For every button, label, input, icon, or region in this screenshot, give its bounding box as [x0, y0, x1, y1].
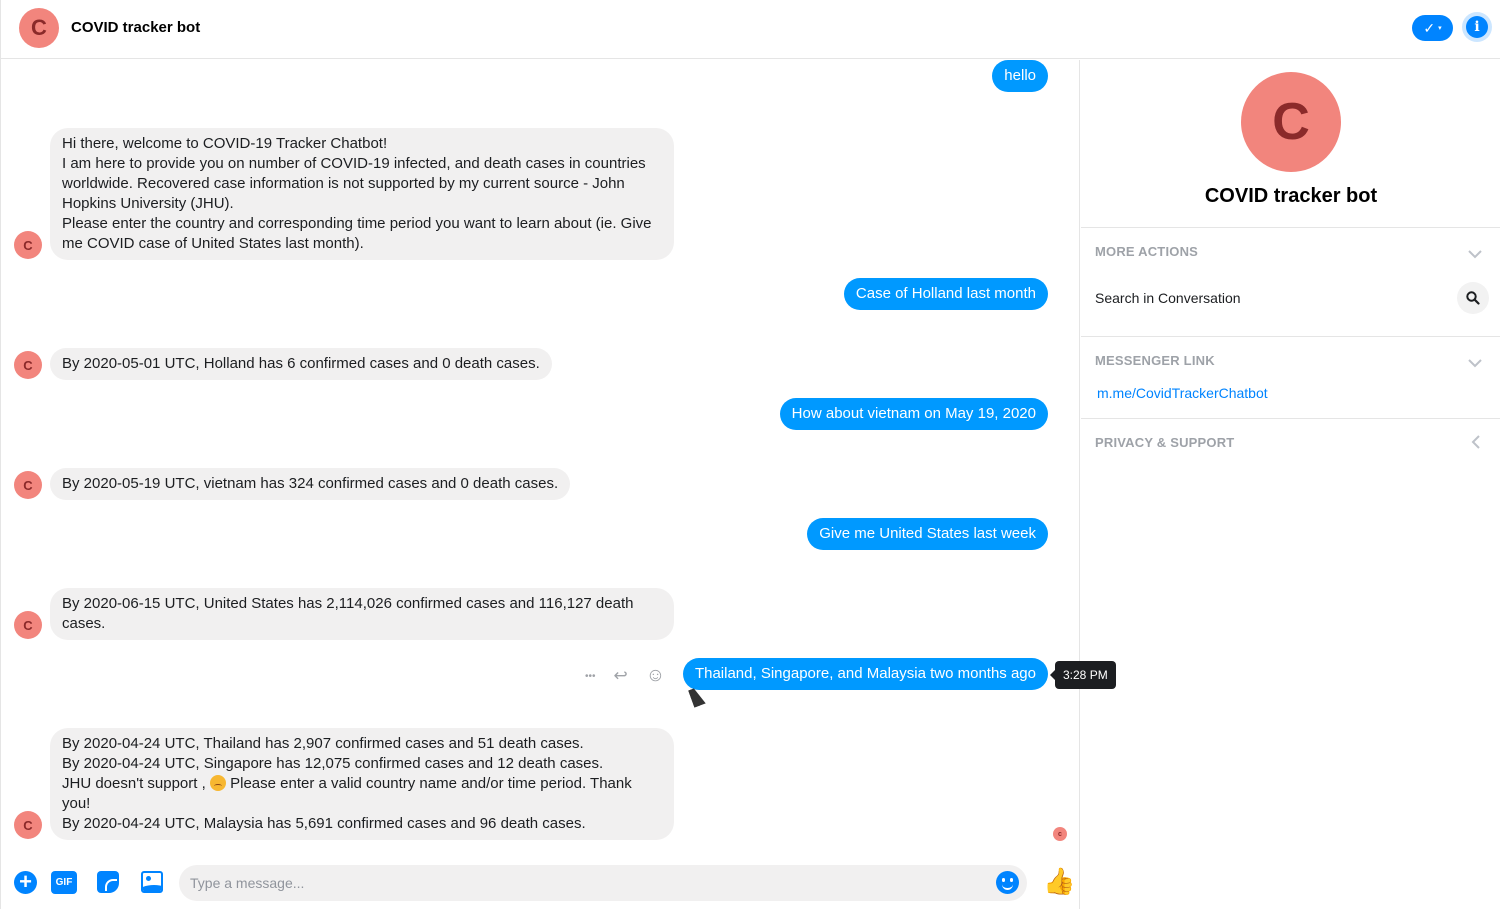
message-input[interactable] — [179, 865, 1027, 901]
bot-avatar[interactable]: C — [14, 811, 42, 839]
chevron-down-icon[interactable] — [1467, 355, 1483, 371]
message-line: By 2020-06-15 UTC, United States has 2,1… — [62, 595, 634, 632]
bot-message[interactable]: By 2020-05-01 UTC, Holland has 6 confirm… — [50, 348, 552, 380]
more-options-icon[interactable]: ••• — [585, 671, 596, 682]
divider — [1081, 418, 1500, 419]
reply-icon[interactable]: ↩ — [614, 666, 628, 686]
message-line: By 2020-04-24 UTC, Singapore has 12,075 … — [62, 755, 604, 772]
photo-icon[interactable] — [141, 871, 163, 893]
bot-message[interactable]: By 2020-04-24 UTC, Thailand has 2,907 co… — [50, 728, 674, 840]
message-text: JHU doesn't support , — [62, 775, 206, 792]
message-list[interactable]: hello Hi there, welcome to COVID-19 Trac… — [1, 60, 1116, 850]
bot-avatar[interactable]: C — [14, 471, 42, 499]
sticker-icon[interactable] — [97, 871, 119, 893]
conversation-title[interactable]: COVID tracker bot — [71, 19, 200, 36]
user-message[interactable]: Give me United States last week — [807, 518, 1048, 550]
seen-indicator-avatar: c — [1053, 827, 1067, 841]
message-line: By 2020-05-01 UTC, Holland has 6 confirm… — [62, 355, 540, 372]
gif-icon[interactable]: GIF — [51, 871, 77, 894]
react-emoji-icon[interactable]: ☺ — [646, 665, 665, 687]
message-line: By 2020-04-24 UTC, Thailand has 2,907 co… — [62, 735, 584, 752]
disappointed-face-icon — [209, 775, 226, 791]
profile-avatar[interactable]: C — [1241, 72, 1341, 172]
user-message[interactable]: How about vietnam on May 19, 2020 — [779, 398, 1048, 430]
chevron-left-icon[interactable] — [1471, 434, 1481, 453]
search-icon — [1466, 291, 1480, 305]
messenger-link[interactable]: m.me/CovidTrackerChatbot — [1097, 385, 1268, 401]
message-actions: ••• ↩ ☺ — [585, 665, 665, 687]
bot-message[interactable]: By 2020-06-15 UTC, United States has 2,1… — [50, 588, 674, 640]
divider — [1081, 227, 1500, 228]
message-line: Hi there, welcome to COVID-19 Tracker Ch… — [62, 135, 388, 152]
mark-done-button[interactable]: ✓ ▾ — [1412, 15, 1453, 41]
thumbs-up-icon[interactable]: 👍 — [1043, 866, 1075, 897]
bot-message[interactable]: By 2020-05-19 UTC, vietnam has 324 confi… — [50, 468, 571, 500]
message-line: By 2020-04-24 UTC, Malaysia has 5,691 co… — [62, 815, 586, 832]
chevron-down-icon[interactable] — [1467, 246, 1483, 262]
user-message[interactable]: hello — [992, 60, 1048, 92]
search-in-conversation-label[interactable]: Search in Conversation — [1095, 290, 1241, 306]
message-line: I am here to provide you on number of CO… — [62, 155, 646, 212]
emoji-icon[interactable] — [996, 871, 1019, 894]
bot-avatar[interactable]: C — [14, 351, 42, 379]
user-message[interactable]: Case of Holland last month — [843, 278, 1048, 310]
info-icon: i — [1466, 16, 1488, 38]
header-avatar[interactable]: C — [19, 8, 59, 48]
bot-message[interactable]: Hi there, welcome to COVID-19 Tracker Ch… — [50, 128, 674, 260]
divider — [1081, 336, 1500, 337]
caret-down-icon: ▾ — [1438, 25, 1442, 32]
bot-avatar[interactable]: C — [14, 231, 42, 259]
search-button[interactable] — [1457, 282, 1489, 314]
more-actions-header[interactable]: MORE ACTIONS — [1095, 244, 1198, 259]
info-button[interactable]: i — [1462, 12, 1492, 42]
messenger-link-header[interactable]: MESSENGER LINK — [1095, 353, 1215, 368]
privacy-support-header[interactable]: PRIVACY & SUPPORT — [1095, 435, 1234, 450]
check-icon: ✓ — [1423, 19, 1436, 36]
plus-icon[interactable]: + — [14, 871, 37, 894]
conversation-details-panel: C COVID tracker bot MORE ACTIONS Search … — [1081, 60, 1500, 909]
message-line: By 2020-05-19 UTC, vietnam has 324 confi… — [62, 475, 559, 492]
message-line: JHU doesn't support , Please enter a val… — [62, 774, 662, 814]
conversation-header: C COVID tracker bot ✓ ▾ i — [1, 0, 1500, 59]
message-composer: + GIF 👍 — [1, 850, 1080, 909]
profile-name: COVID tracker bot — [1204, 185, 1378, 207]
message-line: Please enter the country and correspondi… — [62, 215, 652, 252]
messenger-app: C COVID tracker bot ✓ ▾ i hello Hi there… — [0, 0, 1500, 909]
user-message[interactable]: Thailand, Singapore, and Malaysia two mo… — [682, 658, 1048, 690]
bot-avatar[interactable]: C — [14, 611, 42, 639]
message-input-wrapper — [179, 865, 1027, 901]
